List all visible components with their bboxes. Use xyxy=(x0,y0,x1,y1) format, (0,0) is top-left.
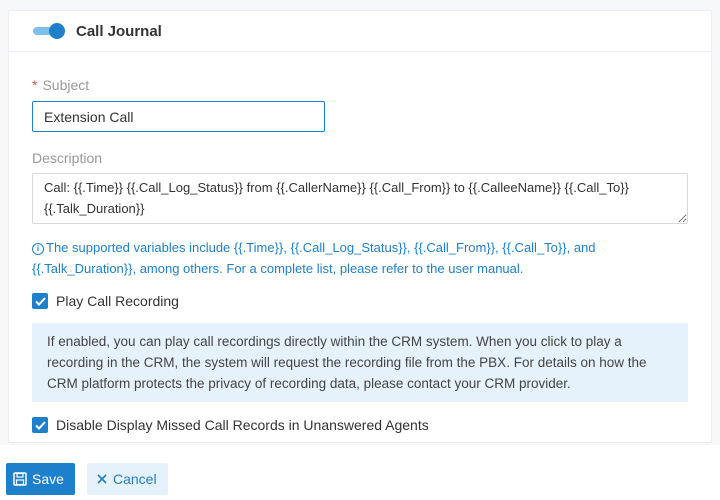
cancel-button-label: Cancel xyxy=(113,471,157,487)
subject-label: * Subject xyxy=(32,76,688,94)
save-icon xyxy=(13,472,27,486)
disable-missed-label: Disable Display Missed Call Records in U… xyxy=(56,417,429,433)
close-icon xyxy=(96,473,108,485)
variables-hint: i The supported variables include {{.Time… xyxy=(32,237,672,279)
variables-hint-text: The supported variables include {{.Time}… xyxy=(32,240,596,276)
info-icon: i xyxy=(32,243,44,255)
call-journal-toggle[interactable] xyxy=(33,22,65,40)
call-journal-card: Call Journal * Subject Description Call:… xyxy=(8,10,712,443)
form-content: * Subject Description Call: {{.Time}} {{… xyxy=(9,76,711,433)
check-icon xyxy=(34,296,46,306)
cancel-button[interactable]: Cancel xyxy=(87,463,168,495)
recording-info-box: If enabled, you can play call recordings… xyxy=(32,323,688,402)
subject-label-text: Subject xyxy=(42,77,90,93)
save-button[interactable]: Save xyxy=(6,463,75,495)
card-title: Call Journal xyxy=(76,22,162,40)
save-button-label: Save xyxy=(32,471,64,487)
subject-input[interactable] xyxy=(32,101,325,132)
required-mark: * xyxy=(32,77,38,93)
toggle-knob xyxy=(49,23,65,39)
disable-missed-checkbox[interactable] xyxy=(32,417,48,433)
description-textarea[interactable]: Call: {{.Time}} {{.Call_Log_Status}} fro… xyxy=(32,173,688,224)
footer-actions: Save Cancel xyxy=(0,445,720,500)
play-recording-checkbox-row[interactable]: Play Call Recording xyxy=(32,293,688,309)
disable-missed-checkbox-row[interactable]: Disable Display Missed Call Records in U… xyxy=(32,417,688,433)
card-header: Call Journal xyxy=(9,11,711,52)
description-label: Description xyxy=(32,149,688,167)
play-recording-label: Play Call Recording xyxy=(56,293,179,309)
play-recording-checkbox[interactable] xyxy=(32,293,48,309)
recording-info-text: If enabled, you can play call recordings… xyxy=(47,334,647,391)
check-icon xyxy=(34,420,46,430)
description-label-text: Description xyxy=(32,150,103,166)
page: Call Journal * Subject Description Call:… xyxy=(0,0,720,500)
